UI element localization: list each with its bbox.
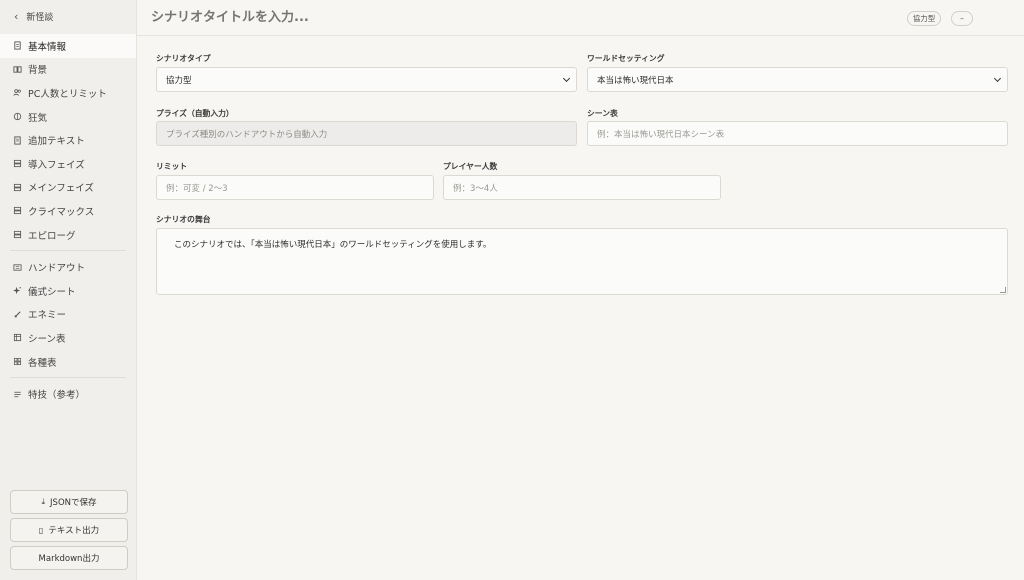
download-icon: ⤓ bbox=[41, 497, 46, 506]
stage-text: このシナリオでは、「本当は怖い現代日本」のワールドセッティングを使用します。 bbox=[174, 240, 492, 250]
sword-icon bbox=[12, 309, 22, 319]
save-json-label: JSONで保存 bbox=[50, 498, 97, 508]
scenario-type-badge: 協力型 bbox=[907, 11, 941, 26]
layers-icon bbox=[12, 230, 22, 240]
limit-placeholder: 例：可変 / 2〜3 bbox=[166, 183, 228, 194]
players-input[interactable]: 例：3〜4人 bbox=[443, 175, 721, 200]
book-icon bbox=[12, 64, 22, 74]
limit-label: リミット bbox=[156, 162, 188, 171]
sidebar-item-label: クライマックス bbox=[28, 206, 95, 218]
world-setting-select[interactable]: 本当は怖い現代日本 bbox=[587, 67, 1008, 92]
world-setting-value: 本当は怖い現代日本 bbox=[597, 75, 674, 86]
users-icon bbox=[12, 88, 22, 98]
back-label: 新怪談 bbox=[26, 12, 54, 23]
id-card-icon bbox=[12, 262, 22, 272]
stage-label: シナリオの舞台 bbox=[156, 215, 211, 224]
sidebar-item-label: 基本情報 bbox=[28, 41, 67, 53]
scenario-type-value: 協力型 bbox=[166, 75, 192, 86]
sidebar-item-label: メインフェイズ bbox=[28, 183, 94, 195]
sidebar-item-label: PC人数とリミット bbox=[28, 88, 107, 100]
top-bar: 協力型 – bbox=[137, 0, 1024, 36]
sidebar-nav: 基本情報 背景 PC人数とリミット 狂気 追加テキスト 導入フェイズ メインフェ… bbox=[0, 32, 136, 406]
main-content: 協力型 – シナリオタイプ 協力型 ワールドセッティング 本当は怖い現代日本 プ… bbox=[137, 0, 1024, 580]
sidebar-item-main-phase[interactable]: メインフェイズ bbox=[0, 176, 136, 200]
sidebar-item-label: 追加テキスト bbox=[28, 136, 85, 148]
sidebar-item-label: 背景 bbox=[28, 65, 48, 77]
status-badge: – bbox=[951, 11, 973, 26]
limit-input[interactable]: 例：可変 / 2〜3 bbox=[156, 175, 434, 200]
sidebar-item-epilogue[interactable]: エピローグ bbox=[0, 223, 136, 247]
scene-table-input[interactable]: 例：本当は怖い現代日本シーン表 bbox=[587, 121, 1008, 146]
scene-table-placeholder: 例：本当は怖い現代日本シーン表 bbox=[597, 129, 725, 140]
sidebar-item-climax[interactable]: クライマックス bbox=[0, 199, 136, 223]
save-json-button[interactable]: ⤓ JSONで保存 bbox=[10, 490, 128, 514]
prize-field: プライズ種別のハンドアウトから自動入力 bbox=[156, 121, 577, 146]
sparkles-icon bbox=[12, 286, 22, 296]
scenario-type-label: シナリオタイプ bbox=[156, 54, 211, 63]
sidebar-item-madness[interactable]: 狂気 bbox=[0, 105, 136, 129]
sidebar-item-label: 狂気 bbox=[28, 112, 48, 124]
sidebar: ‹ 新怪談 基本情報 背景 PC人数とリミット 狂気 追加テキスト 導入フェイズ… bbox=[0, 0, 137, 580]
file-text-icon bbox=[12, 135, 22, 145]
sidebar-item-ritual-sheet[interactable]: 儀式シート bbox=[0, 279, 136, 303]
sidebar-item-label: 導入フェイズ bbox=[28, 159, 85, 171]
scenario-title-input[interactable] bbox=[151, 10, 651, 25]
sidebar-item-handout[interactable]: ハンドアウト bbox=[0, 255, 136, 279]
sidebar-item-label: シーン表 bbox=[28, 333, 66, 345]
divider bbox=[10, 377, 126, 379]
file-icon: ▯ bbox=[38, 525, 44, 535]
export-text-label: テキスト出力 bbox=[48, 526, 100, 536]
sidebar-actions: ⤓ JSONで保存 ▯ テキスト出力 Markdown出力 bbox=[10, 490, 128, 574]
sidebar-item-label: エネミー bbox=[28, 310, 67, 322]
sidebar-item-enemy[interactable]: エネミー bbox=[0, 303, 136, 327]
export-markdown-label: Markdown出力 bbox=[38, 554, 100, 564]
back-button[interactable]: ‹ 新怪談 bbox=[0, 0, 136, 32]
export-text-button[interactable]: ▯ テキスト出力 bbox=[10, 518, 128, 542]
prize-label: プライズ（自動入力） bbox=[156, 109, 234, 118]
divider bbox=[10, 250, 126, 252]
sidebar-item-additional-text[interactable]: 追加テキスト bbox=[0, 128, 136, 152]
brain-icon bbox=[12, 112, 22, 122]
sidebar-item-label: 儀式シート bbox=[28, 286, 76, 298]
sidebar-item-intro-phase[interactable]: 導入フェイズ bbox=[0, 152, 136, 176]
export-markdown-button[interactable]: Markdown出力 bbox=[10, 546, 128, 570]
document-icon bbox=[12, 41, 22, 51]
sidebar-item-scene-table[interactable]: シーン表 bbox=[0, 326, 136, 350]
sidebar-item-label: エピローグ bbox=[28, 230, 76, 242]
layers-icon bbox=[12, 159, 22, 169]
chevron-left-icon: ‹ bbox=[14, 9, 19, 23]
world-setting-label: ワールドセッティング bbox=[587, 54, 665, 63]
layers-icon bbox=[12, 182, 22, 192]
stage-textarea[interactable]: このシナリオでは、「本当は怖い現代日本」のワールドセッティングを使用します。 bbox=[156, 228, 1008, 295]
prize-placeholder: プライズ種別のハンドアウトから自動入力 bbox=[166, 129, 328, 140]
sidebar-item-background[interactable]: 背景 bbox=[0, 58, 136, 82]
sidebar-item-skills[interactable]: 特技（参考） bbox=[0, 382, 136, 406]
resize-handle[interactable] bbox=[1000, 287, 1006, 293]
sidebar-item-pc-limit[interactable]: PC人数とリミット bbox=[0, 81, 136, 105]
players-label: プレイヤー人数 bbox=[443, 162, 498, 171]
sidebar-item-basic-info[interactable]: 基本情報 bbox=[0, 34, 136, 58]
sidebar-item-tables[interactable]: 各種表 bbox=[0, 350, 136, 374]
grid-icon bbox=[12, 357, 22, 367]
players-placeholder: 例：3〜4人 bbox=[453, 183, 498, 194]
table-icon bbox=[12, 333, 22, 343]
sidebar-item-label: 特技（参考） bbox=[28, 390, 86, 402]
layers-icon bbox=[12, 206, 22, 216]
sidebar-item-label: 各種表 bbox=[28, 357, 57, 369]
scenario-type-select[interactable]: 協力型 bbox=[156, 67, 577, 92]
list-icon bbox=[12, 389, 22, 399]
scene-table-label: シーン表 bbox=[587, 109, 618, 118]
sidebar-item-label: ハンドアウト bbox=[28, 263, 86, 275]
